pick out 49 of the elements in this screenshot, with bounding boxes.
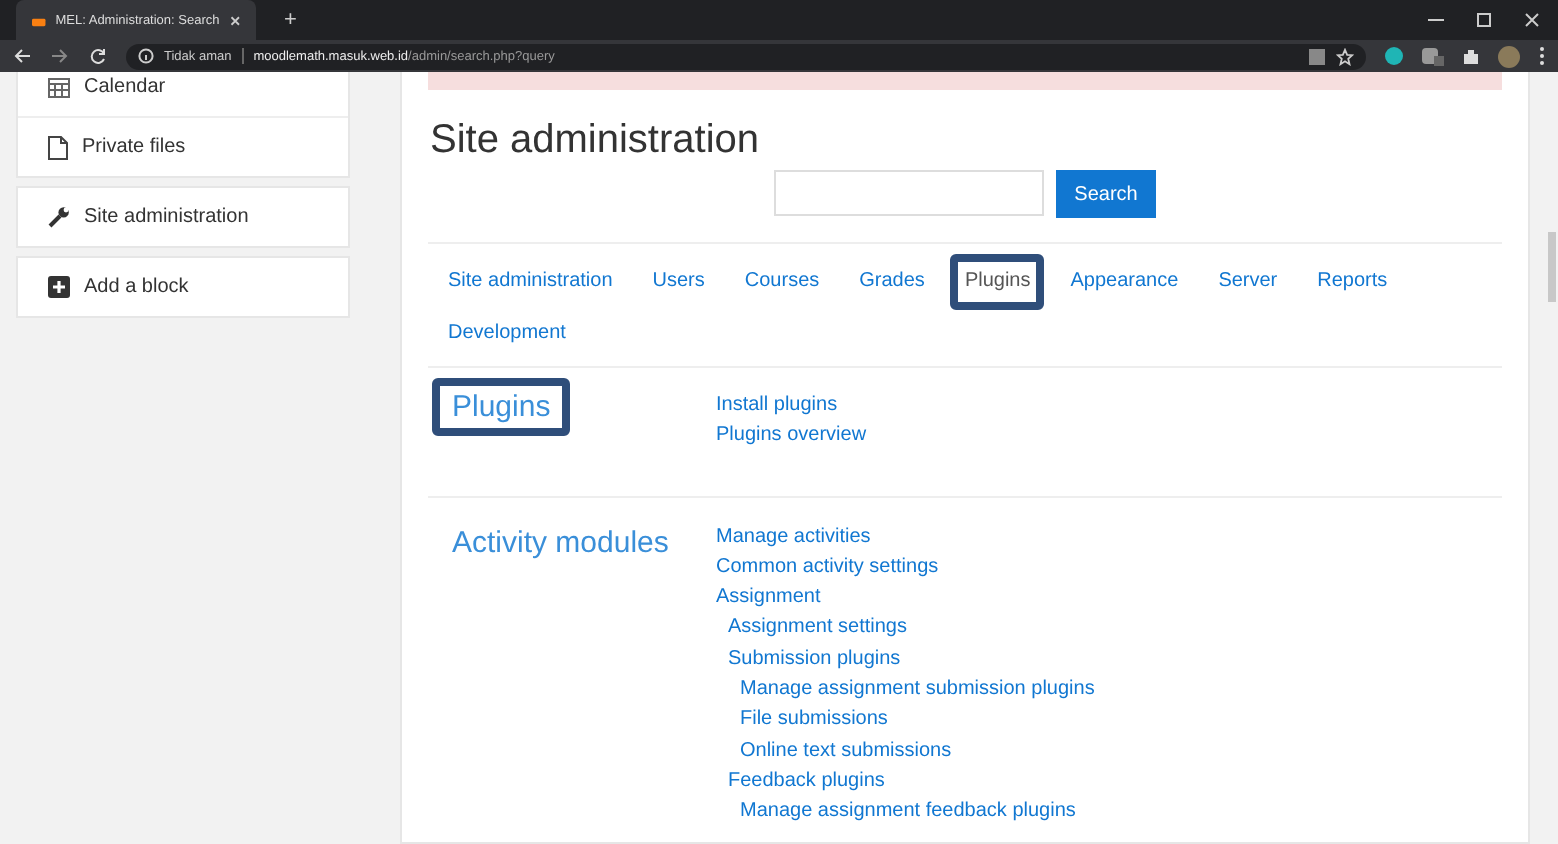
back-icon[interactable] <box>12 46 32 66</box>
settings-link[interactable]: Common activity settings <box>716 551 1095 583</box>
extension-icon[interactable] <box>1422 46 1444 66</box>
new-tab-button[interactable]: + <box>284 8 297 32</box>
extension-icon[interactable] <box>1384 46 1404 66</box>
menu-icon[interactable] <box>1538 46 1546 66</box>
nav-tab[interactable]: Reports <box>1317 262 1388 302</box>
settings-link[interactable]: Assignment settings <box>716 612 1095 644</box>
settings-link[interactable]: Assignment <box>716 582 1095 613</box>
sidebar-link[interactable]: Site administration <box>84 206 249 228</box>
close-icon[interactable] <box>1522 10 1542 30</box>
moodle-logo-icon <box>32 13 46 27</box>
settings-link[interactable]: Install plugins <box>716 390 867 421</box>
nav-tab[interactable]: Users <box>652 262 705 302</box>
sidebar-link[interactable]: Calendar <box>84 76 166 98</box>
nav-tab[interactable]: Courses <box>744 262 820 302</box>
forward-icon[interactable] <box>50 46 70 66</box>
search-field[interactable] <box>774 170 1045 216</box>
section-heading: Activity modules <box>450 523 671 564</box>
nav-tab[interactable]: Appearance <box>1070 262 1179 302</box>
settings-link[interactable]: Submission plugins <box>716 643 1095 675</box>
section-heading: Plugins <box>432 378 571 436</box>
nav-tab[interactable]: Site administration <box>448 262 613 302</box>
maximize-icon[interactable] <box>1474 10 1494 30</box>
scrollbar-thumb[interactable] <box>1547 232 1555 302</box>
info-icon <box>138 48 154 64</box>
nav-tab[interactable]: Development <box>448 314 566 354</box>
nav-tab[interactable]: Plugins <box>950 254 1045 310</box>
sidebar-link[interactable]: Private files <box>82 136 186 158</box>
calendar-icon <box>48 76 70 98</box>
settings-link[interactable]: Manage assignment feedback plugins <box>716 796 1095 828</box>
add-block-icon <box>48 276 70 298</box>
settings-link[interactable]: Manage assignment submission plugins <box>716 674 1095 705</box>
settings-link[interactable]: Manage activities <box>716 521 1095 552</box>
file-icon <box>48 135 68 159</box>
close-icon[interactable] <box>229 13 240 27</box>
search-button[interactable]: Search <box>1056 170 1156 218</box>
page-title: Site administration <box>430 116 762 164</box>
settings-link[interactable]: File submissions <box>716 704 1095 736</box>
settings-link[interactable]: Online text submissions <box>716 735 1095 766</box>
settings-link[interactable]: Plugins overview <box>716 420 867 452</box>
sidebar-link[interactable]: Add a block <box>84 276 189 298</box>
star-icon[interactable] <box>1336 47 1354 65</box>
wrench-icon <box>48 206 70 228</box>
nav-tab[interactable]: Server <box>1218 262 1278 302</box>
nav-tab[interactable]: Grades <box>859 262 925 302</box>
avatar-icon[interactable] <box>1498 45 1520 67</box>
reload-icon[interactable] <box>88 46 108 66</box>
settings-link[interactable]: Feedback plugins <box>716 765 1095 797</box>
